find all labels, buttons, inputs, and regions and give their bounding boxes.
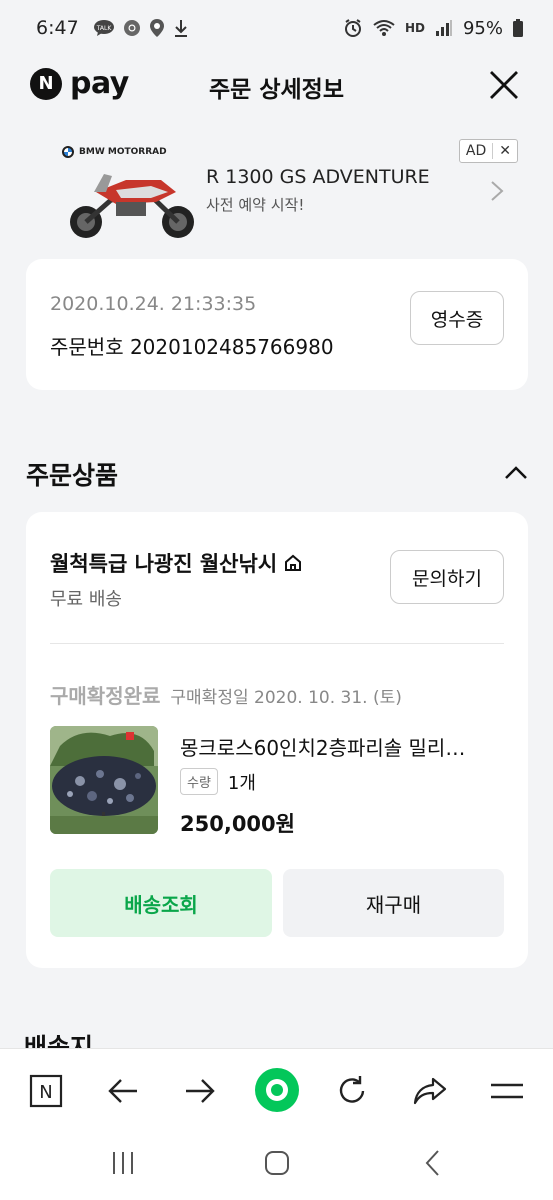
ad-title: R 1300 GS ADVENTURE	[206, 166, 430, 188]
store-name[interactable]: 월척특급 나광진 월산낚시	[50, 548, 303, 578]
menu-button[interactable]	[487, 1071, 527, 1111]
store-home-icon	[285, 554, 302, 571]
arrow-right-icon	[186, 1079, 215, 1103]
status-time: 6:47	[36, 17, 79, 39]
svg-text:N: N	[39, 1082, 52, 1103]
ad-banner[interactable]: BMW MOTORRAD R 1300 GS ADVENTURE 사전 예약 시…	[26, 136, 528, 244]
ad-label: AD	[465, 143, 487, 159]
inquiry-button[interactable]: 문의하기	[390, 550, 504, 604]
purchase-status: 구매확정완료 구매확정일 2020. 10. 31. (토)	[50, 680, 402, 709]
ad-close-icon[interactable]: ✕	[492, 143, 517, 159]
bmw-logo-icon	[62, 146, 74, 158]
motorcycle-image	[70, 174, 194, 238]
download-icon	[174, 20, 187, 37]
arrow-left-icon	[108, 1079, 137, 1103]
green-dot-button[interactable]	[254, 1067, 300, 1113]
chrome-icon	[123, 20, 140, 36]
rebuy-button[interactable]: 재구매	[283, 869, 504, 937]
share-icon	[413, 1077, 447, 1105]
system-navigation-bar	[0, 1132, 553, 1200]
battery-percent: 95%	[462, 17, 503, 39]
forward-button[interactable]	[180, 1071, 220, 1111]
divider	[50, 643, 504, 644]
chevron-up-icon[interactable]	[503, 460, 529, 486]
refresh-button[interactable]	[332, 1071, 372, 1111]
ad-subtitle: 사전 예약 시작!	[206, 196, 305, 214]
alarm-icon	[344, 19, 361, 37]
refresh-icon	[339, 1076, 365, 1103]
naver-home-button[interactable]: N	[26, 1071, 66, 1111]
close-icon[interactable]	[487, 68, 521, 102]
hd-voice-label: HD	[404, 21, 425, 35]
status-date: 구매확정일 2020. 10. 31. (토)	[170, 688, 402, 708]
product-price: 250,000원	[180, 812, 295, 836]
order-info-card: 2020.10.24. 21:33:35 주문번호 20201024857669…	[26, 259, 528, 390]
recent-apps-icon[interactable]	[108, 1148, 138, 1178]
green-dot-icon	[255, 1068, 299, 1112]
order-number: 주문번호 2020102485766980	[50, 335, 334, 359]
product-thumbnail[interactable]	[50, 726, 158, 834]
ad-brand: BMW MOTORRAD	[62, 146, 167, 158]
location-icon	[149, 19, 164, 37]
ad-badge[interactable]: AD ✕	[458, 139, 518, 163]
shipping-info: 무료 배송	[50, 589, 122, 610]
product-card: 월척특급 나광진 월산낚시 무료 배송 문의하기 구매확정완료 구매확정일 20…	[26, 512, 528, 968]
receipt-button[interactable]: 영수증	[410, 291, 504, 345]
back-button[interactable]	[103, 1071, 143, 1111]
status-bar: 6:47 TALK HD 95%	[0, 0, 553, 56]
wifi-icon	[373, 20, 395, 36]
section-title-order-items: 주문상품	[26, 461, 119, 490]
quantity-value: 1개	[227, 772, 256, 794]
status-label: 구매확정완료	[50, 684, 161, 708]
quantity-row: 수량 1개	[180, 768, 256, 795]
chevron-right-icon	[491, 181, 504, 201]
signal-icon	[435, 20, 452, 36]
home-icon[interactable]	[262, 1148, 292, 1178]
product-name[interactable]: 몽크로스60인치2층파리솔 밀리…	[180, 732, 500, 761]
order-datetime: 2020.10.24. 21:33:35	[50, 293, 257, 315]
browser-toolbar: N	[0, 1048, 553, 1132]
quantity-badge: 수량	[180, 768, 218, 795]
naver-home-icon: N	[29, 1074, 63, 1108]
back-nav-icon[interactable]	[418, 1148, 448, 1178]
talk-icon: TALK	[93, 20, 114, 36]
track-delivery-button[interactable]: 배송조회	[50, 869, 272, 937]
hamburger-icon	[491, 1083, 523, 1099]
share-button[interactable]	[410, 1071, 450, 1111]
app-header: N pay 주문 상세정보	[0, 56, 553, 114]
battery-icon	[513, 19, 523, 37]
svg-text:TALK: TALK	[95, 25, 112, 32]
page-title: 주문 상세정보	[209, 77, 344, 103]
notification-icons: TALK	[93, 18, 189, 38]
